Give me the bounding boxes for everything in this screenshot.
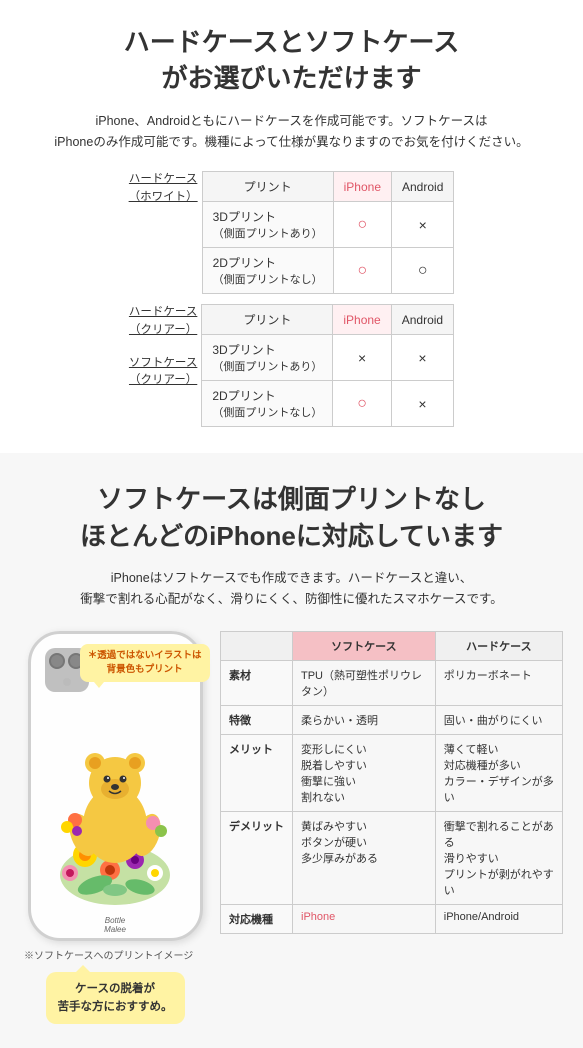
comp-soft-compatible: iPhone <box>293 904 436 933</box>
table1-row1-android: × <box>392 202 454 248</box>
footer-note: ※ソフトケースへのプリントイメージ <box>20 947 210 962</box>
table2-section: ハードケース（クリアー） ソフトケース（クリアー） プリント iPhone An… <box>20 304 563 427</box>
comp-compatible-label: 対応機種 <box>221 904 293 933</box>
comp-hard-merit: 薄くて軽い対応機種が多いカラー・デザインが多い <box>435 734 562 811</box>
table1-print-header: プリント <box>202 172 333 202</box>
table1-row1-iphone: ○ <box>333 202 391 248</box>
comp-soft-material: TPU（熱可塑性ポリウレタン） <box>293 660 436 705</box>
table-row: 対応機種 iPhone iPhone/Android <box>221 904 563 933</box>
comp-hard-feature: 固い・曲がりにくい <box>435 705 562 734</box>
table-row: 3Dプリント（側面プリントあり） × × <box>202 335 454 381</box>
comparison-area: ＊透過ではないイラストは背景色もプリント <box>20 631 563 1025</box>
brand-text: BottleMalee <box>104 916 126 934</box>
bear-flowers-illustration <box>45 715 185 918</box>
callout-bubble: ケースの脱着が苦手な方におすすめ。 <box>46 972 185 1025</box>
comp-feature-label: 特徴 <box>221 705 293 734</box>
comp-soft-demerit: 黄ばみやすいボタンが硬い多少厚みがある <box>293 811 436 904</box>
table2: プリント iPhone Android 3Dプリント（側面プリントあり） × ×… <box>201 304 454 427</box>
table2-row2-android: × <box>391 381 453 427</box>
comp-soft-feature: 柔らかい・透明 <box>293 705 436 734</box>
table1-row2-iphone: ○ <box>333 248 391 294</box>
comp-hard-material: ポリカーボネート <box>435 660 562 705</box>
table1-row1-label: 3Dプリント（側面プリントあり） <box>202 202 333 248</box>
table2-row1-label: 3Dプリント（側面プリントあり） <box>202 335 333 381</box>
section2: ソフトケースは側面プリントなしほとんどのiPhoneに対応しています iPhon… <box>0 453 583 1048</box>
table-row: 2Dプリント（側面プリントなし） ○ ○ <box>202 248 454 294</box>
comparison-table-wrap: ソフトケース ハードケース 素材 TPU（熱可塑性ポリウレタン） ポリカーボネー… <box>220 631 563 934</box>
callout-bubble-wrapper: ケースの脱着が苦手な方におすすめ。 <box>20 972 210 1025</box>
table1-row2-label: 2Dプリント（側面プリントなし） <box>202 248 333 294</box>
table2-print-header: プリント <box>202 305 333 335</box>
phone-outer: ＊透過ではないイラストは背景色もプリント <box>28 631 203 941</box>
table-row: デメリット 黄ばみやすいボタンが硬い多少厚みがある 衝撃で割れることがある滑りや… <box>221 811 563 904</box>
table2-row2-iphone: ○ <box>333 381 391 427</box>
table-row: 2Dプリント（側面プリントなし） ○ × <box>202 381 454 427</box>
comp-merit-label: メリット <box>221 734 293 811</box>
table-row: 3Dプリント（側面プリントあり） ○ × <box>202 202 454 248</box>
comp-material-label: 素材 <box>221 660 293 705</box>
section2-desc: iPhoneはソフトケースでも作成できます。ハードケースと違い、衝撃で割れる心配… <box>20 568 563 611</box>
comp-hard-compatible: iPhone/Android <box>435 904 562 933</box>
phone-mockup-area: ＊透過ではないイラストは背景色もプリント <box>20 631 210 1025</box>
hard-clear-label[interactable]: ハードケース（クリアー） <box>129 304 197 339</box>
table-row: メリット 変形しにくい脱着しやすい衝撃に強い割れない 薄くて軽い対応機種が多いカ… <box>221 734 563 811</box>
table1-android-header: Android <box>392 172 454 202</box>
table2-side-labels: ハードケース（クリアー） ソフトケース（クリアー） <box>129 304 197 389</box>
table2-row1-iphone: × <box>333 335 391 381</box>
comp-label-header <box>221 631 293 660</box>
soft-clear-label[interactable]: ソフトケース（クリアー） <box>129 355 197 390</box>
table2-row1-android: × <box>391 335 453 381</box>
table1-iphone-header: iPhone <box>333 172 391 202</box>
hard-white-label[interactable]: ハードケース（ホワイト） <box>129 171 198 206</box>
note-bubble: ＊透過ではないイラストは背景色もプリント <box>80 644 210 683</box>
comp-demerit-label: デメリット <box>221 811 293 904</box>
table-row: 素材 TPU（熱可塑性ポリウレタン） ポリカーボネート <box>221 660 563 705</box>
table1-side-labels: ハードケース（ホワイト） <box>129 171 198 206</box>
table1: プリント iPhone Android 3Dプリント（側面プリントあり） ○ ×… <box>202 171 455 294</box>
section1: ハードケースとソフトケースがお選びいただけます iPhone、Androidとも… <box>0 0 583 453</box>
comp-soft-header: ソフトケース <box>293 631 436 660</box>
table2-android-header: Android <box>391 305 453 335</box>
table2-row2-label: 2Dプリント（側面プリントなし） <box>202 381 333 427</box>
section1-desc: iPhone、Androidともにハードケースを作成可能です。ソフトケースはiP… <box>20 111 563 154</box>
comp-hard-header: ハードケース <box>435 631 562 660</box>
table2-iphone-header: iPhone <box>333 305 391 335</box>
comp-hard-demerit: 衝撃で割れることがある滑りやすいプリントが剥がれやすい <box>435 811 562 904</box>
table1-section: ハードケース（ホワイト） プリント iPhone Android 3Dプリント（… <box>20 171 563 294</box>
table-row: 特徴 柔らかい・透明 固い・曲がりにくい <box>221 705 563 734</box>
section2-title: ソフトケースは側面プリントなしほとんどのiPhoneに対応しています <box>20 481 563 554</box>
table1-row2-android: ○ <box>392 248 454 294</box>
bear-flowers-svg <box>45 715 185 915</box>
section1-title: ハードケースとソフトケースがお選びいただけます <box>20 24 563 97</box>
comp-soft-merit: 変形しにくい脱着しやすい衝撃に強い割れない <box>293 734 436 811</box>
comparison-table: ソフトケース ハードケース 素材 TPU（熱可塑性ポリウレタン） ポリカーボネー… <box>220 631 563 934</box>
